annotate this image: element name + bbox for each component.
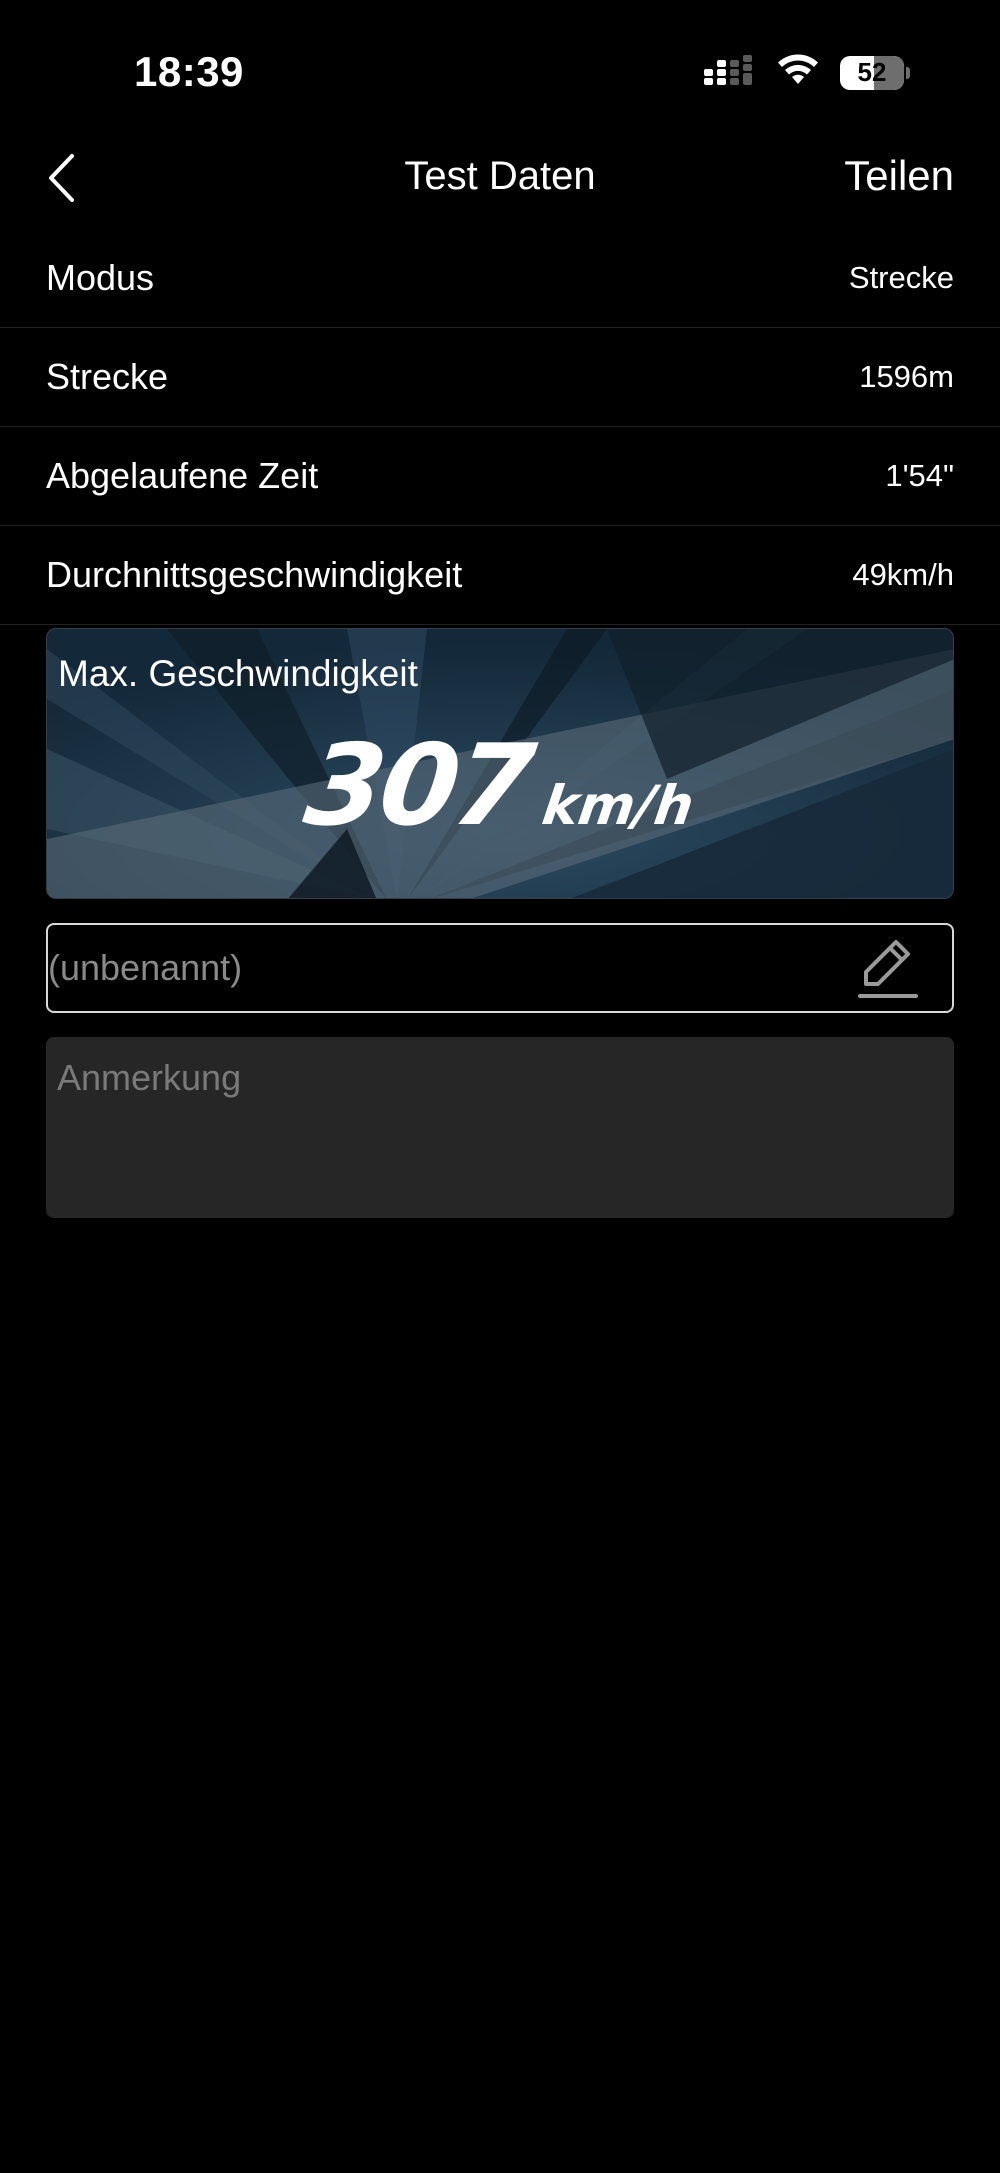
wifi-icon [776,54,820,91]
max-speed-value: 307 [297,721,538,851]
status-bar: 18:39 52 [0,0,1000,120]
row-value: 1596m [859,359,954,394]
test-name-input[interactable] [48,928,848,1008]
max-speed-display: 307 km/h [47,721,953,851]
data-row-distance: Strecke 1596m [0,328,1000,427]
navigation-bar: Test Daten Teilen [0,130,1000,226]
data-row-mode: Modus Strecke [0,228,1000,328]
data-row-elapsed-time: Abgelaufene Zeit 1'54" [0,427,1000,526]
edit-pencil-icon[interactable] [848,928,928,1008]
cellular-signal-icon [704,55,756,90]
row-label: Modus [46,256,155,298]
max-speed-card: Max. Geschwindigkeit 307 km/h [46,628,954,899]
battery-level: 52 [857,57,887,87]
status-time: 18:39 [134,48,244,95]
max-speed-label: Max. Geschwindigkeit [58,653,418,694]
test-name-field [46,923,954,1013]
row-label: Abgelaufene Zeit [46,455,319,496]
data-row-average-speed: Durchnittsgeschwindigkeit 49km/h [0,526,1000,625]
share-button[interactable]: Teilen [844,152,954,200]
test-data-list: Modus Strecke Strecke 1596m Abgelaufene … [0,228,1000,625]
row-value: Strecke [848,259,954,295]
note-textarea[interactable] [46,1037,954,1218]
status-icons: 52 [704,54,910,91]
max-speed-unit: km/h [538,774,698,837]
row-label: Strecke [46,356,169,397]
row-value: 49km/h [852,557,954,592]
battery-icon: 52 [840,55,910,90]
row-label: Durchnittsgeschwindigkeit [46,554,463,595]
row-value: 1'54" [885,458,954,493]
